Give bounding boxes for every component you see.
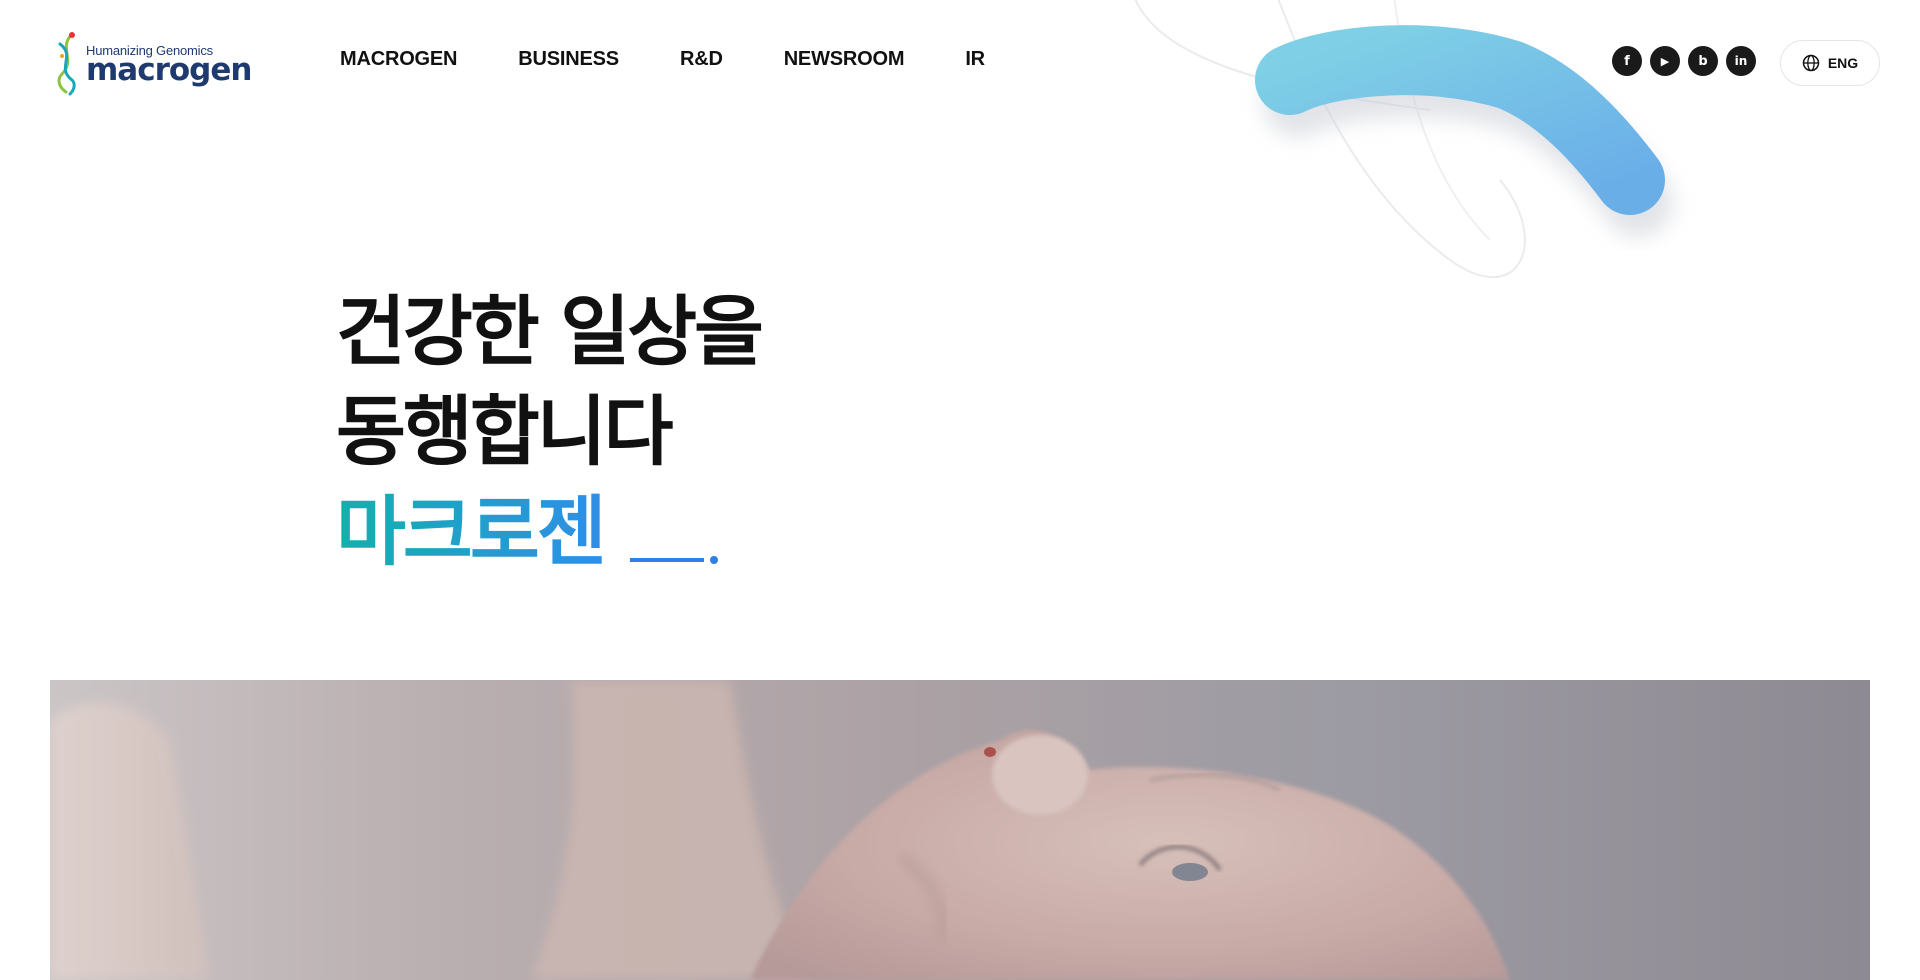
youtube-icon[interactable]: ▶ bbox=[1650, 46, 1680, 76]
typing-cursor-underscore bbox=[629, 558, 704, 562]
blog-icon[interactable]: b bbox=[1688, 46, 1718, 76]
hero-brand-name: 마크로젠 bbox=[336, 482, 607, 582]
nav-item-rnd[interactable]: R&D bbox=[680, 48, 723, 71]
facebook-icon[interactable]: f bbox=[1612, 46, 1642, 76]
hero-brand-row: 마크로젠 bbox=[336, 482, 761, 582]
typing-cursor-dot bbox=[709, 556, 718, 564]
dna-helix-icon bbox=[57, 32, 76, 96]
nav-item-ir[interactable]: IR bbox=[965, 48, 985, 71]
language-label: ENG bbox=[1827, 55, 1859, 71]
macrogen-logo[interactable]: Humanizing Genomics macrogen bbox=[50, 30, 252, 100]
linkedin-icon[interactable]: in bbox=[1726, 46, 1756, 76]
main-navigation: MACROGEN BUSINESS R&D NEWSROOM IR bbox=[340, 48, 985, 71]
nav-item-business[interactable]: BUSINESS bbox=[518, 48, 619, 71]
key-visual-image bbox=[50, 680, 1870, 980]
language-button[interactable]: ENG bbox=[1780, 40, 1880, 86]
baby-photo bbox=[50, 680, 1510, 980]
site-header: Humanizing Genomics macrogen MACROGEN BU… bbox=[0, 0, 1920, 124]
nav-item-newsroom[interactable]: NEWSROOM bbox=[784, 48, 905, 71]
social-links: f ▶ b in bbox=[1612, 46, 1756, 76]
hero-headline-line1: 건강한 일상을 bbox=[336, 287, 764, 376]
globe-icon bbox=[1802, 54, 1820, 72]
hero-headline-line2: 동행합니다 bbox=[336, 387, 674, 476]
logo-wordmark: macrogen bbox=[86, 52, 252, 88]
hero-section: 건강한 일상을 동행합니다 마크로젠 bbox=[336, 282, 764, 582]
nav-item-macrogen[interactable]: MACROGEN bbox=[340, 48, 457, 71]
page: Humanizing Genomics macrogen MACROGEN BU… bbox=[0, 0, 1920, 980]
